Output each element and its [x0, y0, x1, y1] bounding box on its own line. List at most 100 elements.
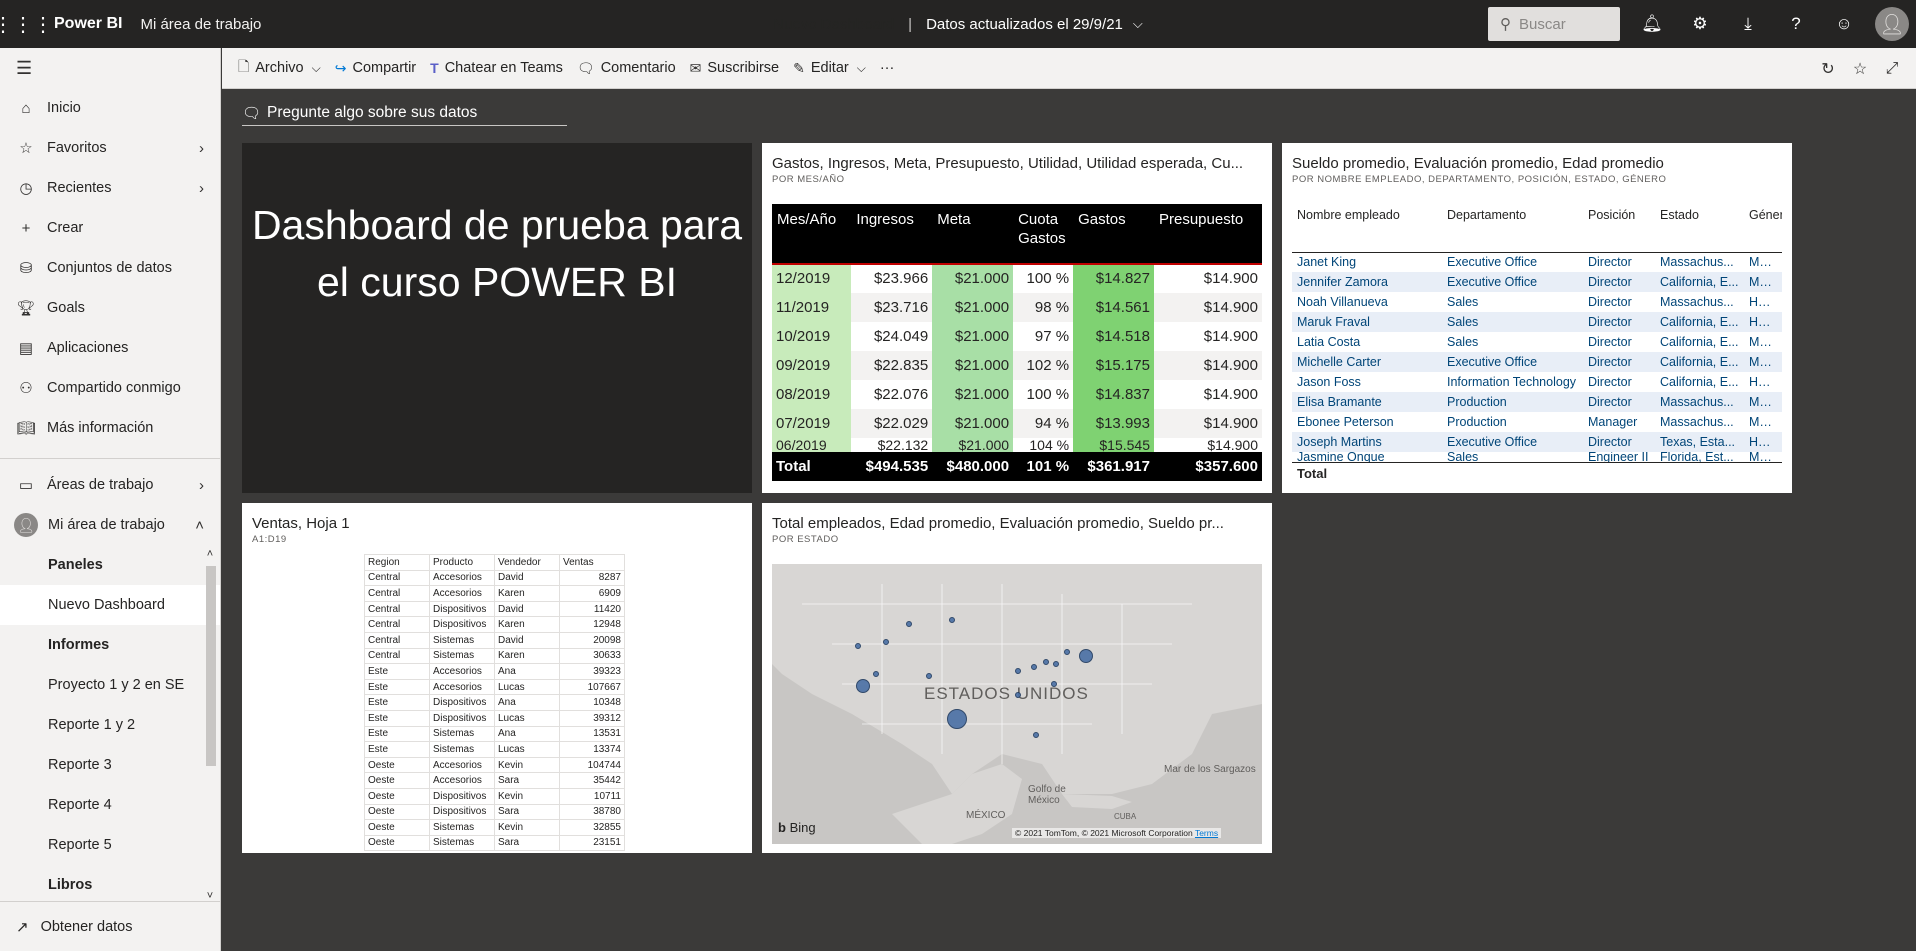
- excel-row: Este Dispositivos Lucas 39312: [364, 709, 625, 727]
- column-header[interactable]: Cuota Gastos: [1013, 204, 1074, 264]
- refresh-icon[interactable]: ↻: [1812, 59, 1844, 79]
- map-bubble[interactable]: [1043, 659, 1049, 665]
- data-updated-dropdown[interactable]: Datos actualizados el 29/9/21 ⌵: [926, 16, 1143, 33]
- nav-mas-informacion[interactable]: 📖︎ Más información: [0, 408, 220, 448]
- map-bubble[interactable]: [906, 621, 912, 627]
- table-cell: $14.900: [1153, 293, 1262, 322]
- mail-icon: ✉: [689, 59, 702, 76]
- scrollbar-thumb[interactable]: [206, 566, 216, 766]
- account-avatar[interactable]: 👤︎: [1868, 0, 1916, 48]
- nav-mi-area-trabajo[interactable]: 👤︎ Mi área de trabajo ˄: [0, 505, 220, 545]
- search-input[interactable]: ⚲ Buscar: [1488, 7, 1620, 41]
- nav-report-5[interactable]: Reporte 5: [0, 825, 220, 865]
- bubble-map[interactable]: ESTADOS UNIDOS Golfo de México MÉXICO CU…: [772, 564, 1262, 844]
- app-launcher-icon[interactable]: ⋮⋮⋮: [0, 0, 53, 48]
- column-header[interactable]: Posición: [1583, 206, 1655, 253]
- favorite-star-icon[interactable]: ☆: [1844, 59, 1876, 79]
- table-cell: Jennifer Zamora: [1292, 272, 1442, 292]
- nav-compartido[interactable]: ⚇ Compartido conmigo: [0, 368, 220, 408]
- brand-name[interactable]: Power BI: [54, 15, 122, 33]
- nav-goals[interactable]: 🏆︎ Goals: [0, 288, 220, 328]
- get-data-button[interactable]: ↗ Obtener datos: [0, 901, 220, 951]
- map-bubble[interactable]: [1015, 692, 1021, 698]
- column-header[interactable]: Meta: [932, 204, 1014, 264]
- sidebar-scrollbar[interactable]: ˄ ˅: [204, 548, 216, 908]
- map-bubble[interactable]: [1031, 664, 1037, 670]
- archivo-menu[interactable]: 🗋︎ Archivo ⌵: [238, 56, 321, 80]
- help-icon[interactable]: ?: [1772, 0, 1820, 48]
- bing-label: Bing: [789, 820, 816, 835]
- notifications-icon[interactable]: 🔔︎: [1628, 0, 1676, 48]
- nav-recientes[interactable]: ◷ Recientes ›: [0, 168, 220, 208]
- map-bubble[interactable]: [873, 671, 879, 677]
- table-cell: Massachus...: [1660, 415, 1734, 429]
- table-cell: 12/2019: [772, 264, 852, 293]
- workspace-breadcrumb[interactable]: Mi área de trabajo: [140, 16, 261, 33]
- column-header[interactable]: Nombre empleado: [1292, 206, 1442, 253]
- nav-report-4[interactable]: Reporte 4: [0, 785, 220, 825]
- suscribirse-button[interactable]: ✉ Suscribirse: [690, 60, 779, 77]
- top-actions: 🔔︎ ⚙ ⤓ ? ☺ 👤︎: [1628, 0, 1916, 48]
- map-bubble[interactable]: [926, 673, 932, 679]
- map-tile[interactable]: Total empleados, Edad promedio, Evaluaci…: [762, 503, 1272, 853]
- nav-report-1-2[interactable]: Reporte 1 y 2: [0, 705, 220, 745]
- column-header[interactable]: Estado: [1655, 206, 1744, 253]
- editar-menu[interactable]: ✎ Editar ⌵: [793, 60, 866, 77]
- nav-crear[interactable]: + Crear: [0, 208, 220, 248]
- teams-button[interactable]: T Chatear en Teams: [430, 60, 563, 76]
- text-tile[interactable]: Dashboard de prueba para el curso POWER …: [242, 143, 752, 493]
- table-cell: $14.900: [1203, 270, 1258, 287]
- nav-aplicaciones[interactable]: ▤ Aplicaciones: [0, 328, 220, 368]
- nav-nuevo-dashboard[interactable]: Nuevo Dashboard: [0, 585, 220, 625]
- column-header[interactable]: Presupuesto: [1153, 204, 1262, 264]
- map-bubble[interactable]: [947, 709, 967, 729]
- download-icon[interactable]: ⤓: [1724, 0, 1772, 48]
- column-header[interactable]: Género: [1744, 206, 1782, 253]
- nav-report-3[interactable]: Reporte 3: [0, 745, 220, 785]
- nav-label: Favoritos: [47, 140, 107, 156]
- map-bubble[interactable]: [856, 679, 870, 693]
- section-libros[interactable]: Libros: [0, 865, 220, 905]
- section-informes[interactable]: Informes: [0, 625, 220, 665]
- scroll-up-icon[interactable]: ˄: [204, 548, 216, 560]
- nav-areas-trabajo[interactable]: ▭ Áreas de trabajo ›: [0, 465, 220, 505]
- cmd-label: Compartir: [352, 60, 417, 76]
- column-header[interactable]: Gastos: [1073, 204, 1154, 264]
- feedback-smiley-icon[interactable]: ☺: [1820, 0, 1868, 48]
- excel-header-cell: Producto: [429, 554, 495, 571]
- nav-conjuntos-datos[interactable]: ⛁ Conjuntos de datos: [0, 248, 220, 288]
- nav-inicio[interactable]: ⌂ Inicio: [0, 88, 220, 128]
- finance-table-tile[interactable]: Gastos, Ingresos, Meta, Presupuesto, Uti…: [762, 143, 1272, 493]
- qna-input[interactable]: 🗨︎ Pregunte algo sobre sus datos: [242, 100, 567, 126]
- map-bubble[interactable]: [1079, 649, 1093, 663]
- fullscreen-icon[interactable]: ⤢: [1876, 60, 1908, 78]
- nav-favoritos[interactable]: ☆ Favoritos ›: [0, 128, 220, 168]
- table-row: Latia Costa Sales Director California, E...…: [1292, 332, 1782, 352]
- comentario-button[interactable]: 🗨︎ Comentario: [577, 60, 676, 77]
- excel-cell: 23151: [559, 834, 625, 852]
- table-cell: Hombre: [1744, 432, 1782, 452]
- column-header[interactable]: Mes/Año: [772, 204, 852, 264]
- map-bubble[interactable]: [883, 639, 889, 645]
- map-bubble[interactable]: [1053, 661, 1059, 667]
- map-bubble[interactable]: [1051, 681, 1057, 687]
- column-header[interactable]: Departamento: [1442, 206, 1583, 253]
- nav-report-proyecto[interactable]: Proyecto 1 y 2 en SE: [0, 665, 220, 705]
- settings-icon[interactable]: ⚙: [1676, 0, 1724, 48]
- employees-table-tile[interactable]: Sueldo promedio, Evaluación promedio, Ed…: [1282, 143, 1792, 493]
- compartir-button[interactable]: ↪ Compartir: [335, 60, 416, 77]
- excel-cell: Sistemas: [429, 741, 495, 758]
- excel-range-tile[interactable]: Ventas, Hoja 1 A1:D19 Region Producto Vend…: [242, 503, 752, 853]
- more-options-button[interactable]: ···: [880, 60, 895, 76]
- map-bubble[interactable]: [1033, 732, 1039, 738]
- table-cell: 06/2019: [772, 438, 852, 452]
- section-paneles[interactable]: Paneles: [0, 545, 220, 585]
- hamburger-menu-icon[interactable]: ☰: [0, 48, 220, 88]
- terms-link[interactable]: Terms: [1195, 828, 1218, 838]
- excel-cell: Este: [364, 694, 430, 711]
- map-bubble[interactable]: [855, 643, 861, 649]
- map-bubble[interactable]: [1015, 668, 1021, 674]
- map-bubble[interactable]: [949, 617, 955, 623]
- map-bubble[interactable]: [1064, 649, 1070, 655]
- column-header[interactable]: Ingresos: [851, 204, 933, 264]
